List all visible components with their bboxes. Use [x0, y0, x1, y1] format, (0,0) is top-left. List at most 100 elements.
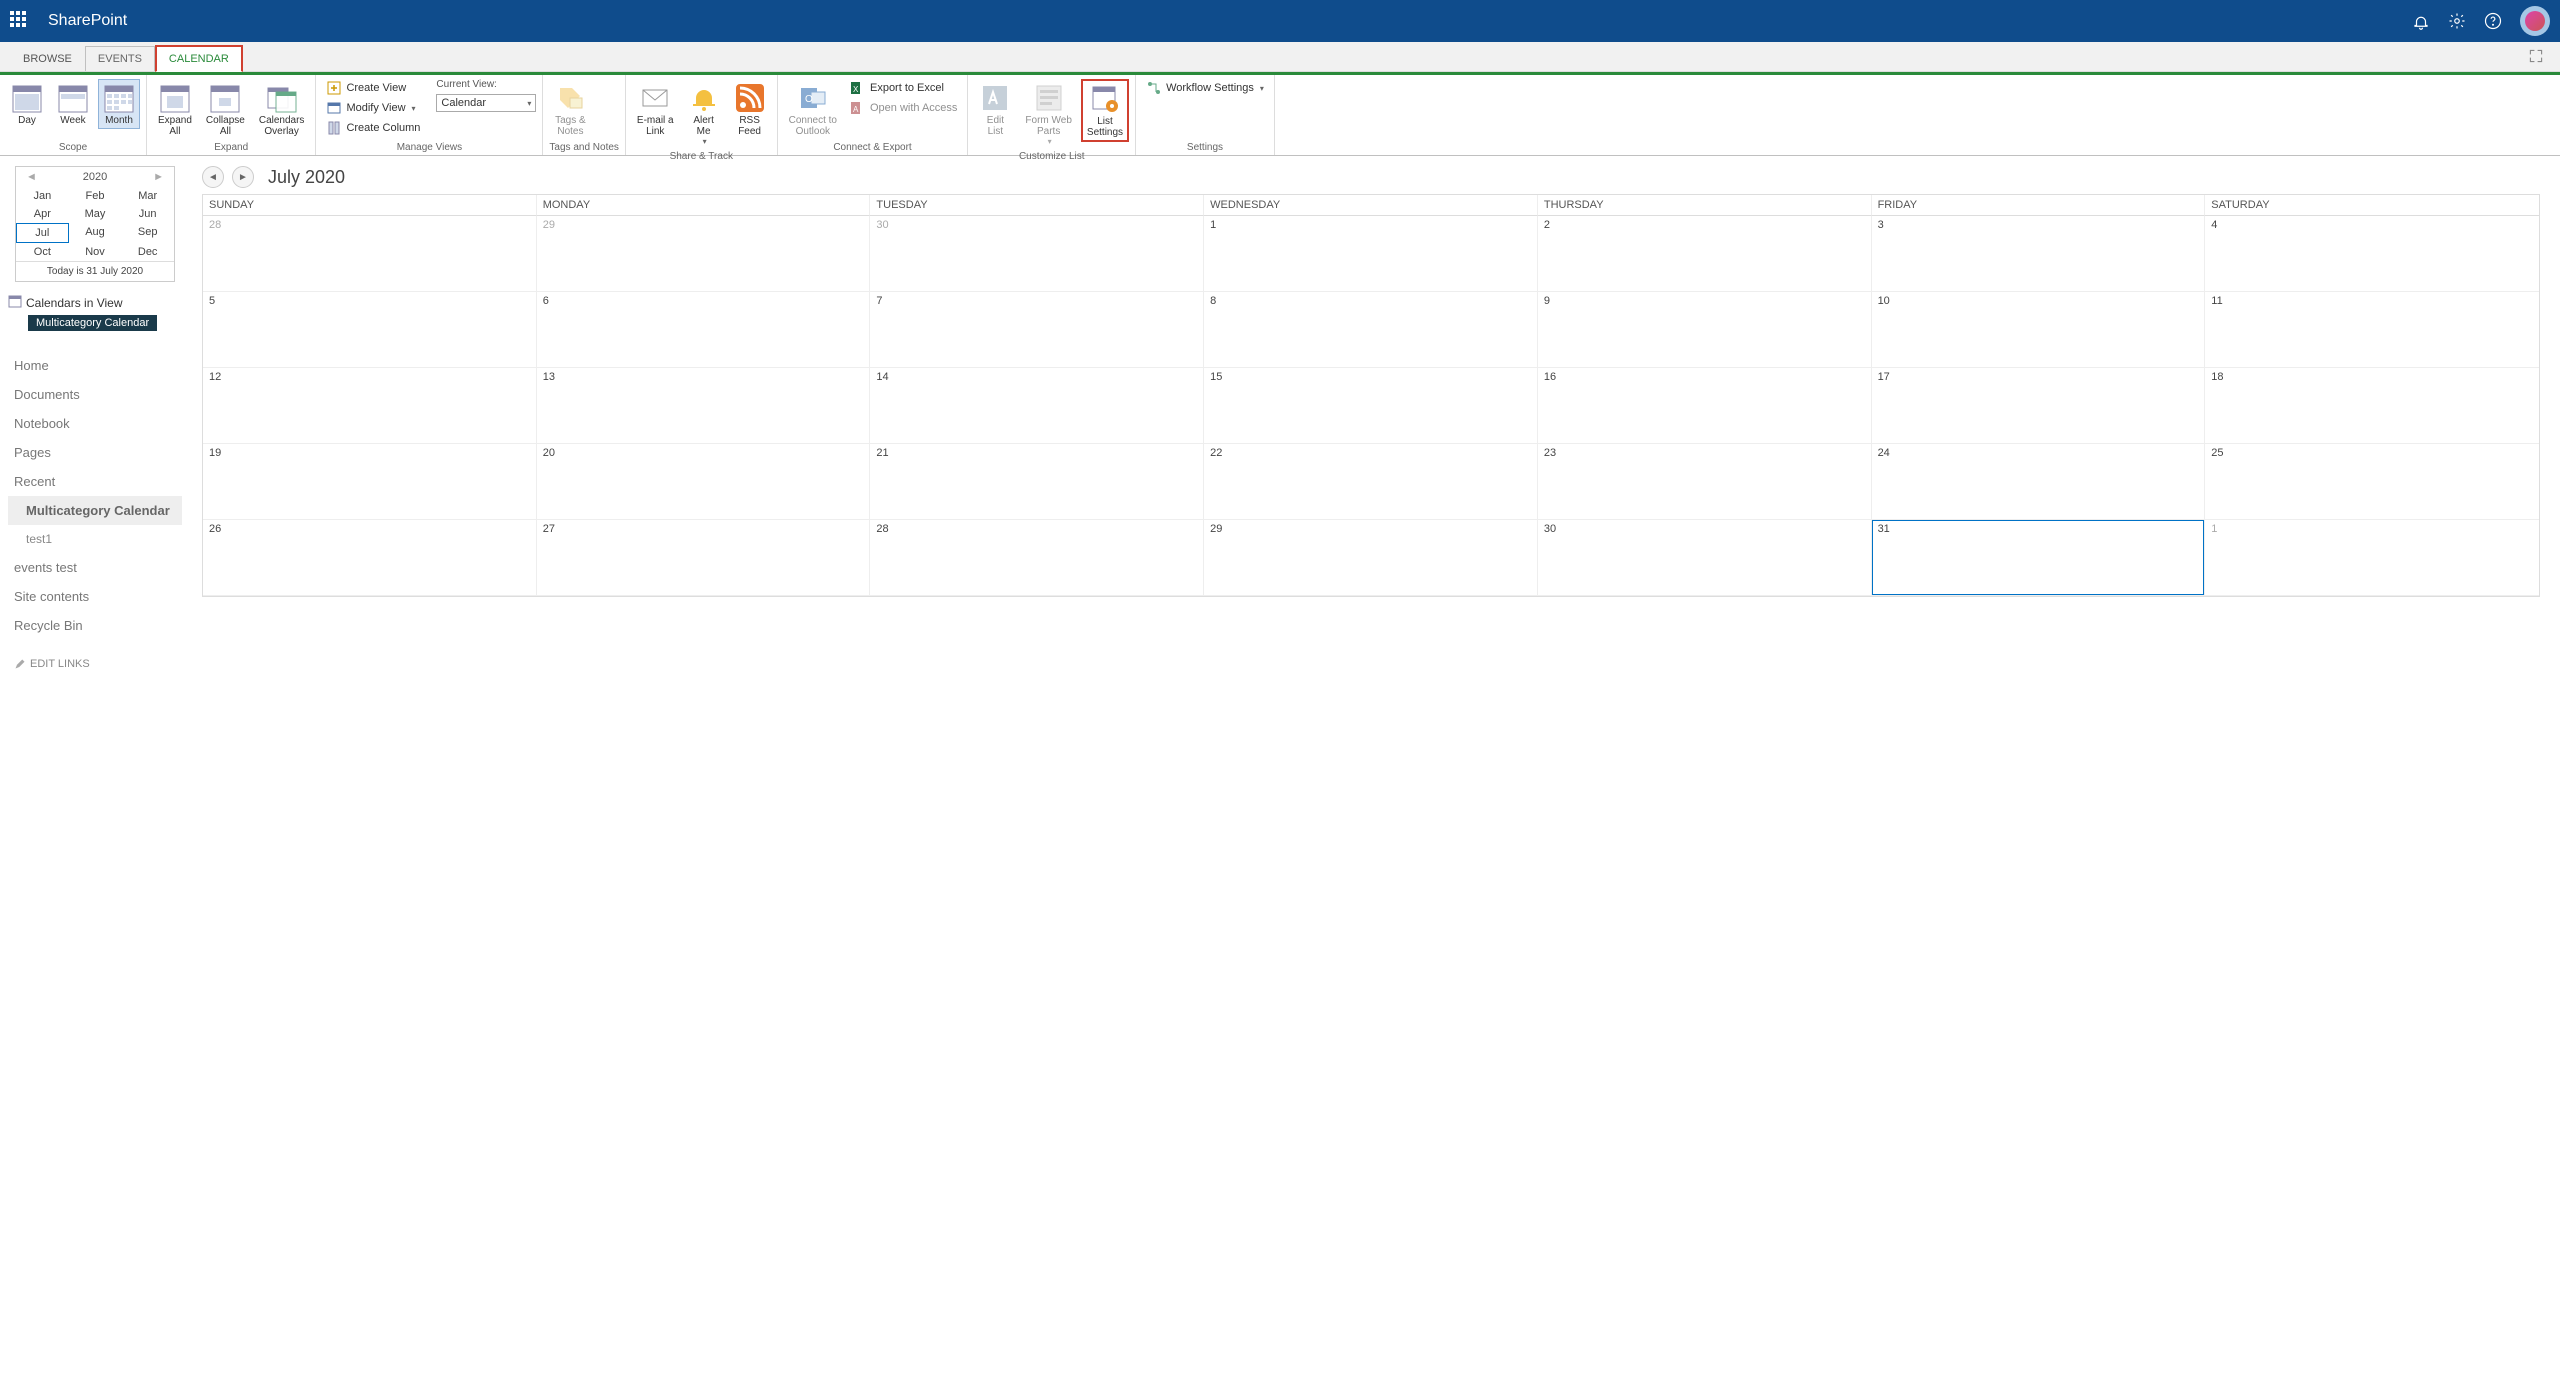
ribbon-expand-all-button[interactable]: Expand All — [153, 79, 197, 140]
mini-cal-month[interactable]: Jul — [16, 223, 69, 243]
calendar-day-cell[interactable]: 12 — [203, 368, 537, 444]
calendar-day-cell[interactable]: 29 — [1204, 520, 1538, 596]
nav-item[interactable]: events test — [8, 553, 182, 582]
gear-icon[interactable] — [2448, 12, 2466, 30]
ribbon-rss-feed-button[interactable]: RSS Feed — [729, 79, 771, 140]
calendar-day-cell[interactable]: 19 — [203, 444, 537, 520]
mini-cal-month[interactable]: May — [69, 205, 122, 223]
calendar-day-cell[interactable]: 1 — [1204, 216, 1538, 292]
ribbon-export-excel-button[interactable]: X Export to Excel — [846, 79, 961, 97]
calendar-day-cell[interactable]: 24 — [1872, 444, 2206, 520]
left-nav: HomeDocumentsNotebookPagesRecentMulticat… — [8, 351, 182, 674]
nav-item[interactable]: Recent — [8, 467, 182, 496]
calendar-day-cell[interactable]: 16 — [1538, 368, 1872, 444]
mini-cal-next[interactable]: ► — [149, 171, 168, 183]
ribbon-day-button[interactable]: Day — [6, 79, 48, 129]
mini-cal-month[interactable]: Nov — [69, 243, 122, 261]
calendar-day-cell[interactable]: 29 — [537, 216, 871, 292]
bell-icon[interactable] — [2412, 12, 2430, 30]
calendar-day-cell[interactable]: 17 — [1872, 368, 2206, 444]
calendar-day-cell[interactable]: 13 — [537, 368, 871, 444]
calendar-day-cell[interactable]: 9 — [1538, 292, 1872, 368]
tab-browse[interactable]: BROWSE — [10, 46, 85, 71]
calendar-day-cell[interactable]: 2 — [1538, 216, 1872, 292]
cal-next-button[interactable]: ► — [232, 166, 254, 188]
ribbon-workflow-settings-button[interactable]: Workflow Settings — [1142, 79, 1268, 97]
calendar-day-cell[interactable]: 8 — [1204, 292, 1538, 368]
calendar-day-cell[interactable]: 22 — [1204, 444, 1538, 520]
ribbon-group-settings: Workflow Settings Settings — [1136, 75, 1275, 155]
calendar-day-cell[interactable]: 30 — [1538, 520, 1872, 596]
ribbon-create-column-button[interactable]: Create Column — [322, 119, 424, 137]
day-header: THURSDAY — [1538, 195, 1872, 216]
mini-cal-prev[interactable]: ◄ — [22, 171, 41, 183]
cal-prev-button[interactable]: ◄ — [202, 166, 224, 188]
calendar-day-cell[interactable]: 11 — [2205, 292, 2539, 368]
calendar-day-cell[interactable]: 28 — [870, 520, 1204, 596]
nav-item[interactable]: Notebook — [8, 409, 182, 438]
mini-cal-month[interactable]: Jun — [121, 205, 174, 223]
mini-cal-month[interactable]: Sep — [121, 223, 174, 243]
nav-item[interactable]: Documents — [8, 380, 182, 409]
nav-item[interactable]: Recycle Bin — [8, 611, 182, 640]
mini-cal-today-text[interactable]: Today is 31 July 2020 — [16, 261, 174, 281]
ribbon-collapse-all-button[interactable]: Collapse All — [201, 79, 250, 140]
calendar-day-cell[interactable]: 31 — [1872, 520, 2206, 596]
mini-cal-month[interactable]: Apr — [16, 205, 69, 223]
current-view-select[interactable]: Calendar ▾ — [436, 94, 536, 112]
calendar-day-cell[interactable]: 25 — [2205, 444, 2539, 520]
calendar-day-icon — [11, 82, 43, 114]
svg-text:X: X — [853, 85, 859, 94]
calendar-day-cell[interactable]: 15 — [1204, 368, 1538, 444]
calendar-day-cell[interactable]: 27 — [537, 520, 871, 596]
calendar-day-cell[interactable]: 30 — [870, 216, 1204, 292]
ribbon-form-web-parts-button: Form Web Parts — [1020, 79, 1077, 149]
nav-item[interactable]: Site contents — [8, 582, 182, 611]
nav-item[interactable]: Home — [8, 351, 182, 380]
ribbon-month-button[interactable]: Month — [98, 79, 140, 129]
mini-cal-month[interactable]: Dec — [121, 243, 174, 261]
ribbon-modify-view-button[interactable]: Modify View — [322, 99, 424, 117]
list-settings-icon — [1089, 83, 1121, 115]
mini-cal-month[interactable]: Mar — [121, 187, 174, 205]
nav-subitem[interactable]: Multicategory Calendar — [8, 496, 182, 525]
ribbon-calendars-overlay-button[interactable]: Calendars Overlay — [254, 79, 310, 140]
mini-calendar: ◄ 2020 ► JanFebMarAprMayJunJulAugSepOctN… — [15, 166, 175, 282]
help-icon[interactable] — [2484, 12, 2502, 30]
calendar-day-cell[interactable]: 5 — [203, 292, 537, 368]
calendar-day-cell[interactable]: 1 — [2205, 520, 2539, 596]
ribbon-create-view-button[interactable]: Create View — [322, 79, 424, 97]
calendar-day-cell[interactable]: 28 — [203, 216, 537, 292]
avatar[interactable] — [2520, 6, 2550, 36]
calendar-day-cell[interactable]: 3 — [1872, 216, 2206, 292]
calendar-day-cell[interactable]: 7 — [870, 292, 1204, 368]
calendar-day-cell[interactable]: 4 — [2205, 216, 2539, 292]
edit-links-button[interactable]: EDIT LINKS — [8, 654, 182, 674]
calendar-title: July 2020 — [268, 167, 345, 188]
ribbon-email-link-button[interactable]: E-mail a Link — [632, 79, 679, 140]
calendar-day-cell[interactable]: 20 — [537, 444, 871, 520]
nav-item[interactable]: Pages — [8, 438, 182, 467]
app-launcher-icon[interactable] — [10, 11, 30, 31]
calendar-day-cell[interactable]: 26 — [203, 520, 537, 596]
calendar-day-cell[interactable]: 10 — [1872, 292, 2206, 368]
nav-subitem[interactable]: test1 — [8, 525, 182, 553]
tab-calendar[interactable]: CALENDAR — [155, 45, 243, 72]
fullscreen-icon[interactable] — [2524, 44, 2548, 71]
mini-cal-month[interactable]: Jan — [16, 187, 69, 205]
calendar-day-cell[interactable]: 23 — [1538, 444, 1872, 520]
calendar-day-cell[interactable]: 18 — [2205, 368, 2539, 444]
tab-events[interactable]: EVENTS — [85, 46, 155, 71]
rss-icon — [734, 82, 766, 114]
calendar-day-cell[interactable]: 14 — [870, 368, 1204, 444]
mini-cal-month[interactable]: Oct — [16, 243, 69, 261]
mini-cal-month[interactable]: Aug — [69, 223, 122, 243]
calendar-day-cell[interactable]: 6 — [537, 292, 871, 368]
ribbon-list-settings-button[interactable]: List Settings — [1081, 79, 1129, 142]
ribbon-week-button[interactable]: Week — [52, 79, 94, 129]
calendar-chip[interactable]: Multicategory Calendar — [28, 315, 157, 331]
calendar-day-cell[interactable]: 21 — [870, 444, 1204, 520]
day-header: MONDAY — [537, 195, 871, 216]
mini-cal-month[interactable]: Feb — [69, 187, 122, 205]
ribbon-alert-me-button[interactable]: Alert Me — [683, 79, 725, 149]
